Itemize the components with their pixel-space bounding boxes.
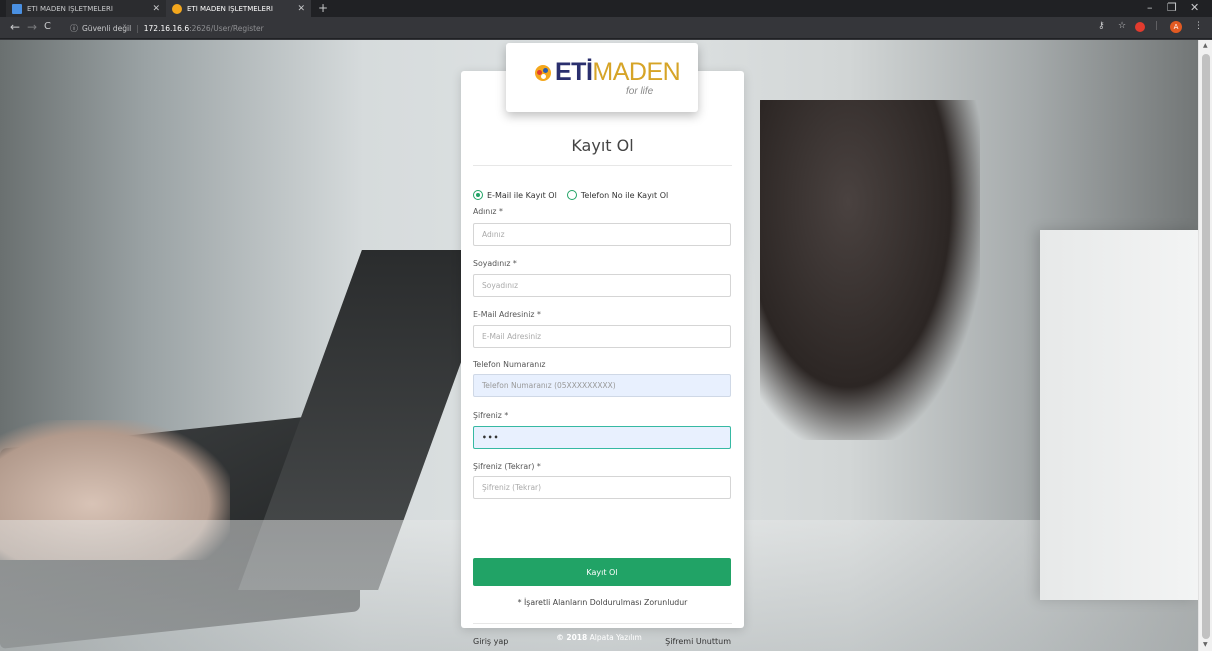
radio-email-option[interactable]: E-Mail ile Kayıt Ol [473, 190, 557, 200]
address-separator: | [136, 23, 139, 33]
divider [473, 623, 732, 624]
scroll-up-icon[interactable]: ▲ [1203, 42, 1208, 49]
more-menu-icon[interactable]: ⋮ [1194, 21, 1203, 31]
divider [473, 165, 732, 166]
email-input[interactable]: E-Mail Adresiniz [473, 325, 731, 348]
restore-icon[interactable]: ❐ [1167, 1, 1177, 14]
password-input[interactable]: ••• [473, 426, 731, 449]
security-label: Güvenli değil [82, 23, 132, 33]
footer-copyright: © 2018 [556, 633, 588, 642]
profile-avatar[interactable]: A [1170, 21, 1182, 33]
page-scrollbar[interactable]: ▲ ▼ [1198, 40, 1212, 651]
forward-icon[interactable]: → [27, 20, 37, 34]
radio-phone[interactable] [566, 190, 577, 200]
scroll-thumb[interactable] [1202, 54, 1210, 639]
register-submit-button[interactable]: Kayıt Ol [473, 558, 731, 586]
register-method-group: E-Mail ile Kayıt Ol Telefon No ile Kayıt… [473, 190, 678, 200]
url-host: 172.16.16.6 [143, 23, 190, 33]
brand-logo: ETİMADEN for life [506, 43, 698, 112]
browser-toolbar: ← → C ⓘ Güvenli değil | 172.16.16.6 :262… [0, 17, 1212, 39]
radio-phone-label: Telefon No ile Kayıt Ol [580, 190, 669, 200]
logo-tagline: for life [626, 86, 654, 97]
name-input[interactable]: Adınız [473, 223, 731, 246]
reload-icon[interactable]: C [44, 21, 51, 32]
password-repeat-input[interactable]: Şifreniz (Tekrar) [473, 476, 731, 499]
close-window-icon[interactable]: ✕ [1190, 1, 1199, 14]
etimaden-favicon-icon [172, 3, 182, 14]
tab-title: ETİ MADEN İŞLETMELERİ [187, 4, 273, 13]
key-icon[interactable]: ⚷ [1098, 21, 1105, 31]
extension-icon[interactable] [1135, 22, 1145, 32]
url-path: :2626/User/Register [189, 23, 264, 33]
new-tab-icon[interactable]: + [318, 1, 328, 15]
page-title: Kayıt Ol [571, 136, 634, 155]
background-person [760, 100, 980, 440]
browser-tab-active[interactable]: ETİ MADEN İŞLETMELERİ ✕ [166, 0, 311, 17]
radio-email[interactable] [473, 190, 483, 200]
background-box-image [1040, 230, 1198, 600]
page-viewport: ▲ ▼ Kayıt Ol E-Mail ile Kayıt Ol Telefon… [0, 40, 1212, 651]
tab-title: ETİ MADEN İŞLETMELERİ [27, 4, 113, 13]
phone-label: Telefon Numaranız [473, 360, 546, 369]
logo-eti-text: ETİ [555, 58, 593, 86]
tab-close-icon[interactable]: ✕ [152, 4, 160, 14]
scroll-down-icon[interactable]: ▼ [1203, 641, 1208, 648]
radio-phone-option[interactable]: Telefon No ile Kayıt Ol [566, 190, 669, 200]
browser-tab-bar: ETİ MADEN İŞLETMELERİ ✕ ETİ MADEN İŞLETM… [0, 0, 1212, 17]
minimize-icon[interactable]: – [1147, 1, 1153, 14]
toolbar-separator: | [1155, 21, 1159, 31]
info-icon[interactable]: ⓘ [70, 23, 78, 34]
email-label: E-Mail Adresiniz * [473, 310, 541, 319]
page-footer: © 2018 Alpata Yazılım [0, 633, 1198, 642]
tab-close-icon[interactable]: ✕ [297, 4, 305, 14]
register-card: Kayıt Ol E-Mail ile Kayıt Ol Telefon No … [461, 71, 744, 646]
password-label: Şifreniz * [473, 411, 509, 420]
password-repeat-label: Şifreniz (Tekrar) * [473, 462, 541, 471]
required-fields-note: * İşaretli Alanların Doldurulması Zorunl… [517, 598, 688, 607]
phone-input[interactable]: Telefon Numaranız (05XXXXXXXXX) [473, 374, 731, 397]
page-favicon-icon [12, 3, 22, 14]
radio-email-label: E-Mail ile Kayıt Ol [487, 190, 557, 200]
back-icon[interactable]: ← [10, 20, 20, 34]
footer-company: Alpata Yazılım [589, 633, 642, 642]
etimaden-logo-icon [535, 65, 551, 81]
surname-input[interactable]: Soyadınız [473, 274, 731, 297]
browser-tab[interactable]: ETİ MADEN İŞLETMELERİ ✕ [6, 0, 166, 17]
name-label: Adınız * [473, 207, 503, 216]
logo-maden-text: MADEN [592, 58, 681, 86]
surname-label: Soyadınız * [473, 259, 517, 268]
bookmark-star-icon[interactable]: ☆ [1118, 21, 1126, 31]
address-bar[interactable]: ⓘ Güvenli değil | 172.16.16.6 :2626/User… [70, 20, 1080, 36]
logo-wordmark: ETİMADEN [555, 58, 681, 87]
